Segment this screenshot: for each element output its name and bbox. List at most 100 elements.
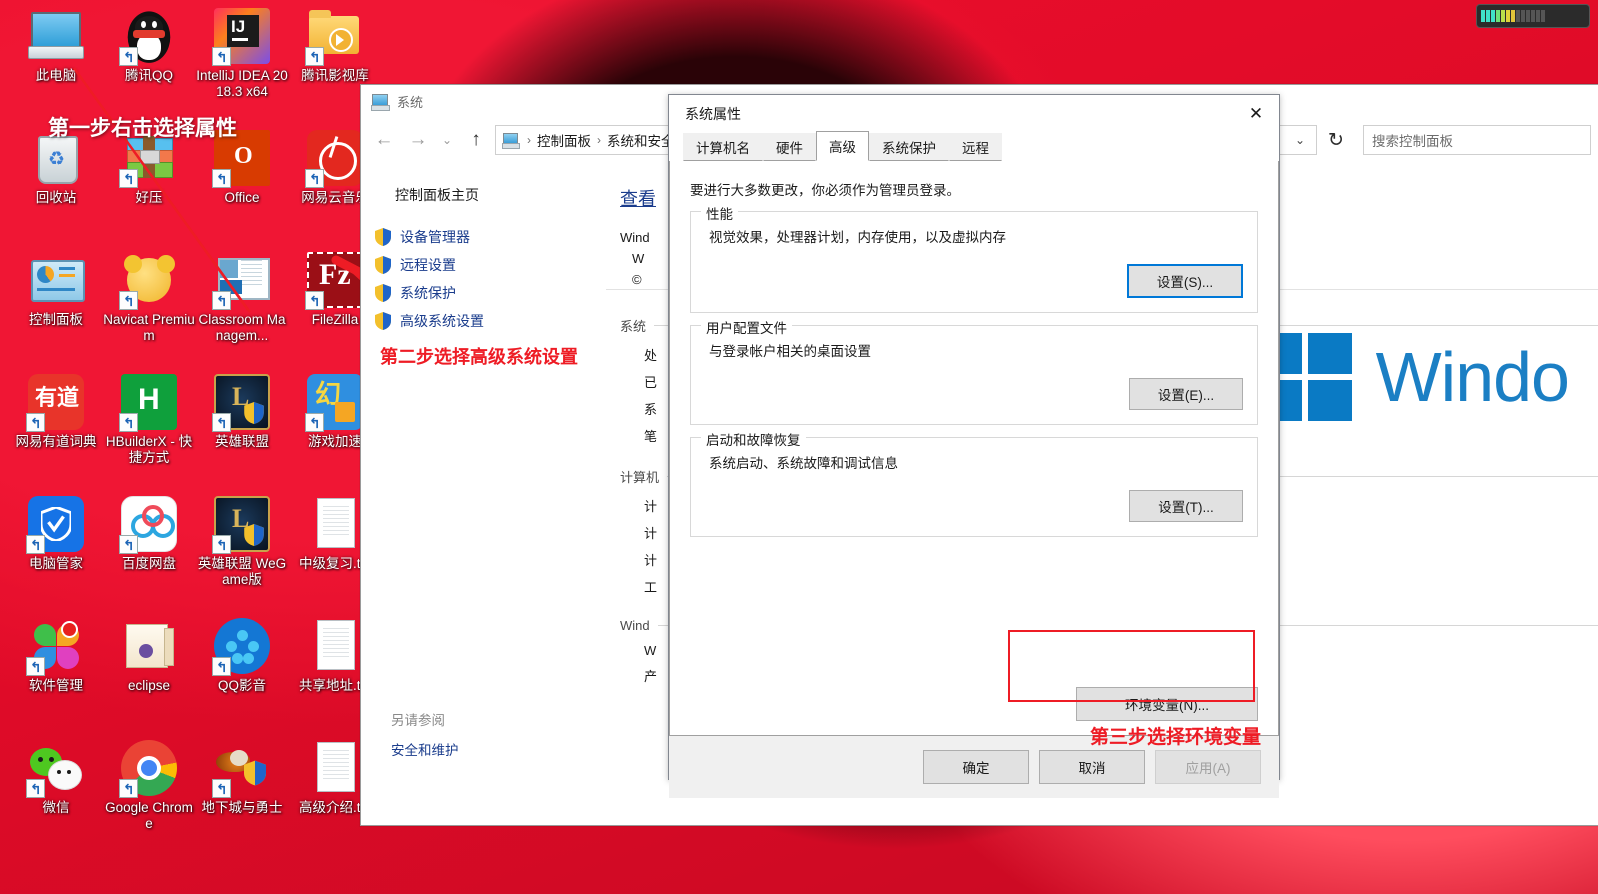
shortcut-overlay-icon [305,413,324,432]
shortcut-overlay-icon [119,169,138,188]
shortcut-overlay-icon [305,47,324,66]
sidebar-item-label: 系统保护 [400,285,456,301]
shortcut-overlay-icon [212,657,231,676]
software-manager-icon [26,618,84,676]
group-label-windows-activation: Wind [620,618,650,633]
shortcut-overlay-icon [305,169,324,188]
back-button[interactable]: ← [369,125,399,155]
performance-settings-button[interactable]: 设置(S)... [1127,264,1243,298]
windows-brand: Windo [1259,333,1570,421]
desktop-icon[interactable]: 有道网易有道词典 [9,374,103,450]
tab-hardware[interactable]: 硬件 [763,133,816,161]
desktop-icon[interactable]: Google Chrome [102,740,196,832]
desktop-icon-label: 腾讯影视库 [301,68,369,83]
breadcrumb-separator: › [527,133,531,147]
breadcrumb-item-system-and-security[interactable]: 系统和安全 [607,130,675,150]
desktop-icon[interactable]: 软件管理 [9,618,103,694]
desktop-icon[interactable]: 腾讯QQ [102,8,196,84]
game-booster-icon: 幻 [305,374,363,432]
desktop-icon-label: HBuilderX - 快捷方式 [105,434,193,465]
desktop-icon[interactable]: L 英雄联盟 [195,374,289,450]
startup-recovery-legend: 启动和故障恢复 [701,429,806,449]
qq-player-icon [212,618,270,676]
tencent-qq-icon [119,8,177,66]
user-profiles-legend: 用户配置文件 [701,317,792,337]
sidebar-item-control-panel-home[interactable]: 控制面板主页 [361,185,606,205]
performance-description: 视觉效果，处理器计划，内存使用，以及虚拟内存 [709,230,1006,245]
tab-advanced[interactable]: 高级 [816,131,869,161]
user-profiles-settings-button[interactable]: 设置(E)... [1129,378,1243,410]
forward-button[interactable]: → [403,125,433,155]
desktop-icon[interactable]: 控制面板 [9,252,103,328]
up-button[interactable]: ↑ [461,125,491,155]
shortcut-overlay-icon [26,535,45,554]
desktop-icon[interactable]: 此电脑 [9,8,103,84]
desktop-icon-label: Navicat Premium [103,312,195,343]
desktop-icon[interactable]: IJIntelliJ IDEA 2018.3 x64 [195,8,289,100]
sidebar-item-remote-settings[interactable]: 远程设置 [361,251,606,279]
desktop-icon-label: Classroom Managem... [198,312,286,343]
performance-group: 性能 视觉效果，处理器计划，内存使用，以及虚拟内存 设置(S)... [690,203,1258,313]
desktop-icon[interactable]: eclipse [102,618,196,694]
desktop-icon[interactable]: QQ影音 [195,618,289,694]
shortcut-overlay-icon [119,47,138,66]
desktop-icon-label: 微信 [42,800,70,815]
dialog-tab-strip: 计算机名 硬件 高级 系统保护 远程 [669,131,1279,161]
desktop-icon[interactable]: 地下城与勇士 [195,740,289,816]
refresh-icon[interactable]: ↻ [1321,125,1351,155]
performance-legend: 性能 [701,203,738,223]
dialog-title-bar: 系统属性 ✕ [669,95,1279,133]
close-icon[interactable]: ✕ [1233,96,1279,133]
filezilla-icon: Fz [305,252,363,310]
desktop-icon-label: 电脑管家 [29,556,83,571]
tab-system-protection[interactable]: 系统保护 [869,133,949,161]
shortcut-overlay-icon [212,779,231,798]
desktop-icon[interactable]: 腾讯影视库 [288,8,382,84]
sidebar-item-security-and-maintenance[interactable]: 安全和维护 [391,739,459,759]
sidebar-item-advanced-system-settings[interactable]: 高级系统设置 [361,307,606,335]
tab-remote[interactable]: 远程 [949,133,1002,161]
startup-recovery-settings-button[interactable]: 设置(T)... [1129,490,1243,522]
annotation-step2: 第二步选择高级系统设置 [380,347,578,367]
desktop-icon[interactable]: 微信 [9,740,103,816]
shortcut-overlay-icon [26,779,45,798]
user-profiles-group: 用户配置文件 与登录帐户相关的桌面设置 设置(E)... [690,317,1258,425]
desktop-icon-label: 好压 [135,190,163,205]
ok-button[interactable]: 确定 [923,750,1029,784]
shortcut-overlay-icon [212,291,231,310]
desktop-icon[interactable]: 百度网盘 [102,496,196,572]
desktop-icon[interactable]: HHBuilderX - 快捷方式 [102,374,196,466]
classroom-management-icon [212,252,270,310]
navicat-icon [119,252,177,310]
sidebar-item-label: 设备管理器 [400,229,470,245]
desktop-icon[interactable]: 电脑管家 [9,496,103,572]
tab-computer-name[interactable]: 计算机名 [683,133,763,161]
sidebar-item-device-manager[interactable]: 设备管理器 [361,223,606,251]
group-label-computer: 计算机 [620,470,660,485]
search-input[interactable]: 搜索控制面板 [1363,125,1591,155]
desktop-icon-label: 软件管理 [29,678,83,693]
recent-locations-button[interactable]: ⌄ [437,125,457,155]
admin-notice: 要进行大多数更改，你必须作为管理员登录。 [690,183,960,198]
desktop-icon[interactable]: L英雄联盟 WeGame版 [195,496,289,588]
shortcut-overlay-icon [26,413,45,432]
sidebar-item-system-protection[interactable]: 系统保护 [361,279,606,307]
desktop-icon[interactable]: Classroom Managem... [195,252,289,344]
shield-icon [375,228,391,246]
shield-icon [375,284,391,302]
breadcrumb-item-control-panel[interactable]: 控制面板 [537,130,591,150]
desktop-icon-label: 此电脑 [35,68,77,83]
environment-variables-highlight [1008,630,1255,702]
desktop-icon-label: 百度网盘 [122,556,176,571]
cancel-button[interactable]: 取消 [1039,750,1145,784]
desktop-icon-label: IntelliJ IDEA 2018.3 x64 [196,68,288,99]
dialog-title: 系统属性 [685,106,741,122]
breadcrumb-computer-icon [502,133,520,149]
breadcrumb-dropdown-icon[interactable]: ⌄ [1290,133,1310,147]
shortcut-overlay-icon [119,291,138,310]
user-profiles-description: 与登录帐户相关的桌面设置 [709,344,871,359]
shortcut-overlay-icon [119,413,138,432]
desktop-icon[interactable]: Navicat Premium [102,252,196,344]
sidebar-item-label: 远程设置 [400,257,456,273]
windows-wordmark: Windo [1375,338,1570,416]
